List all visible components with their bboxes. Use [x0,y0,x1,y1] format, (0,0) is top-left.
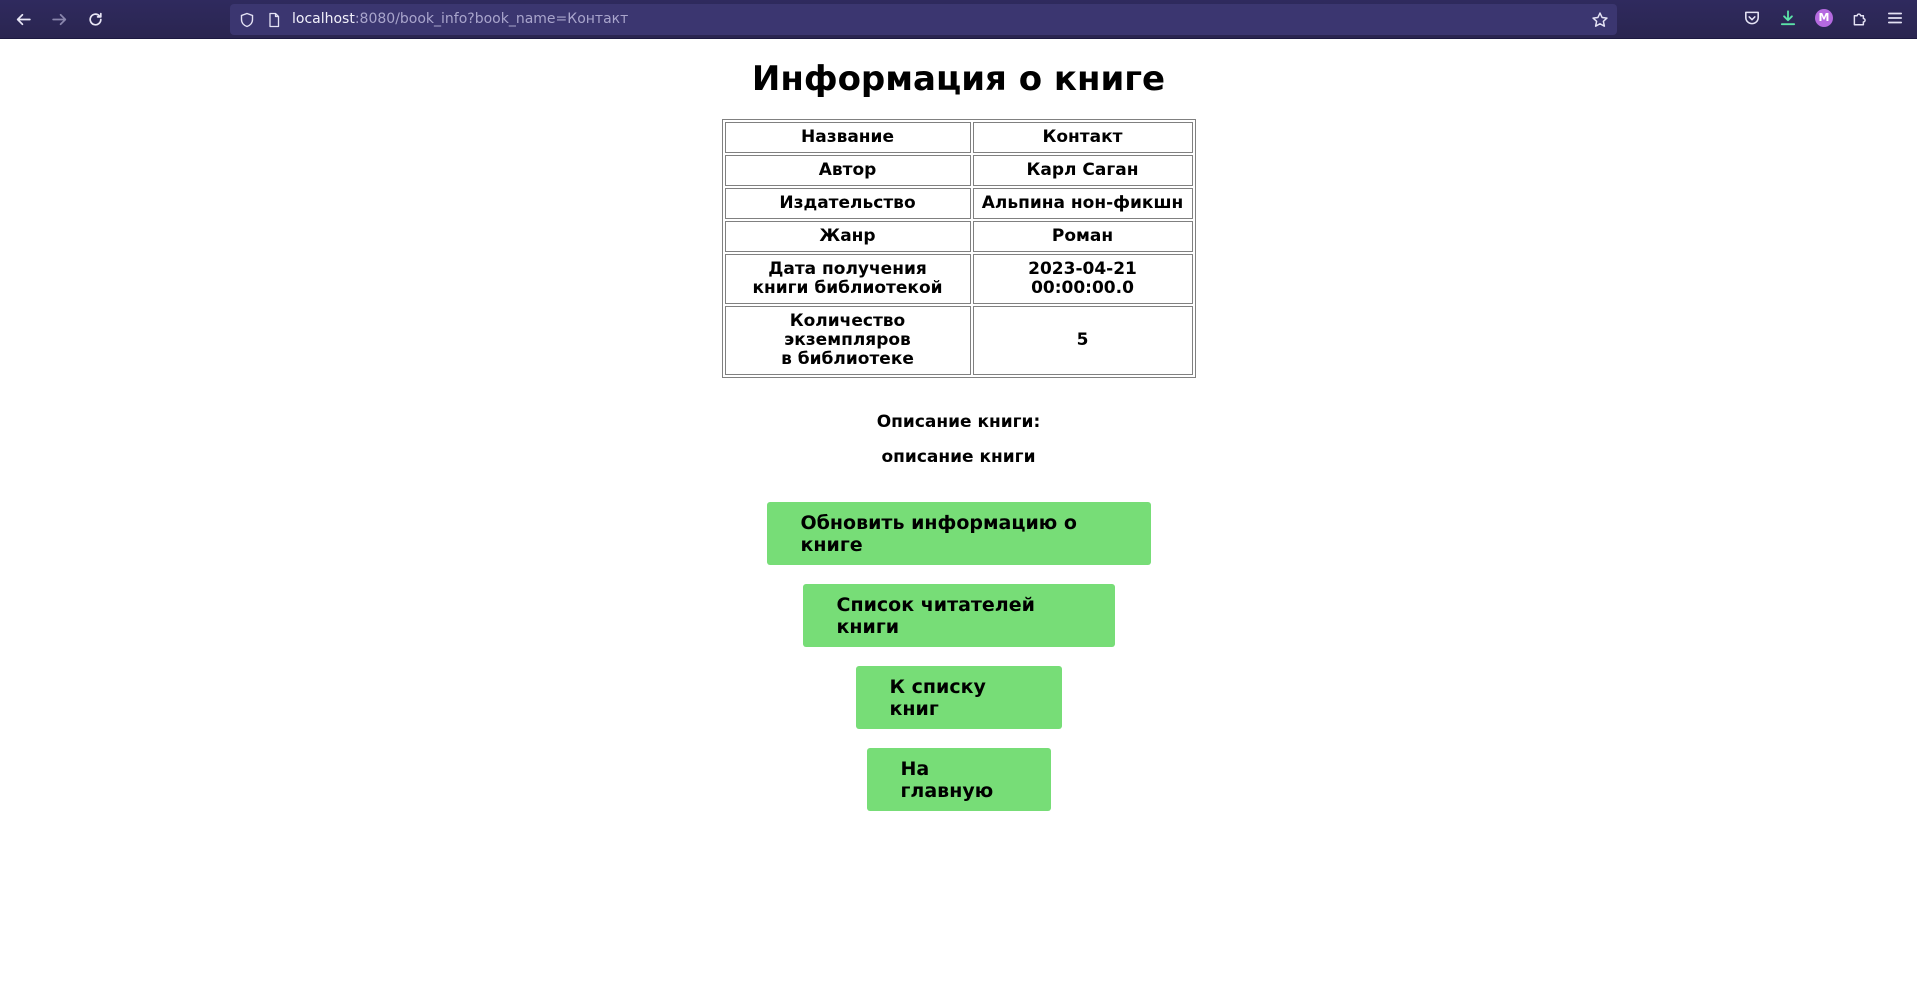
reload-button[interactable] [83,7,107,31]
table-row: Название Контакт [724,122,1193,153]
browser-toolbar: localhost:8080/book_info?book_name=Конта… [0,0,1917,39]
key-line: в библиотеке [781,349,914,369]
table-key-received-date: Дата получения книги библиотекой [724,254,971,304]
book-info-page: Информация о книге Название Контакт Авто… [0,39,1917,811]
table-value-publisher: Альпина нон-фикшн [972,188,1193,219]
bookmark-star-icon[interactable] [1591,11,1609,29]
table-row: Автор Карл Саган [724,155,1193,186]
description-title: Описание книги: [876,412,1041,432]
table-key-genre: Жанр [724,221,971,252]
back-button[interactable] [11,7,35,31]
table-row: Издательство Альпина нон-фикшн [724,188,1193,219]
page-title: Информация о книге [751,59,1166,99]
key-line: Количество экземпляров [784,311,911,350]
download-icon[interactable] [1779,9,1797,27]
url-bar[interactable]: localhost:8080/book_info?book_name=Конта… [230,4,1617,35]
url-text[interactable]: localhost:8080/book_info?book_name=Конта… [292,11,628,27]
table-value-author: Карл Саган [972,155,1193,186]
update-book-button[interactable]: Обновить информацию о книге [766,502,1151,565]
extensions-icon[interactable] [1851,9,1869,27]
table-row: Дата получения книги библиотекой 2023-04-… [724,254,1193,304]
url-host: localhost [292,11,355,27]
book-info-table: Название Контакт Автор Карл Саган Издате… [721,119,1196,378]
table-row: Жанр Роман [724,221,1193,252]
table-value-received-date: 2023-04-21 00:00:00.0 [972,254,1193,304]
table-value-copies: 5 [972,306,1193,375]
to-book-list-button[interactable]: К списку книг [855,666,1062,729]
home-button[interactable]: На главную [866,748,1051,811]
account-avatar[interactable]: M [1815,9,1833,27]
key-line: книги библиотекой [752,278,943,298]
table-value-genre: Роман [972,221,1193,252]
description-text: описание книги [881,447,1036,467]
table-key-author: Автор [724,155,971,186]
table-row: Количество экземпляров в библиотеке 5 [724,306,1193,375]
arrow-right-icon [51,13,66,25]
arrow-left-icon [16,13,31,25]
forward-button[interactable] [47,7,71,31]
url-path: :8080/book_info?book_name=Контакт [354,11,629,27]
key-line: Дата получения [768,259,927,279]
table-key-copies: Количество экземпляров в библиотеке [724,306,971,375]
reload-icon [88,12,102,26]
table-key-publisher: Издательство [724,188,971,219]
pocket-icon[interactable] [1743,9,1761,27]
table-value-title: Контакт [972,122,1193,153]
table-key-title: Название [724,122,971,153]
menu-icon[interactable] [1886,9,1904,27]
book-readers-button[interactable]: Список читателей книги [802,584,1115,647]
page-icon [269,12,280,28]
shield-icon[interactable] [239,12,255,28]
